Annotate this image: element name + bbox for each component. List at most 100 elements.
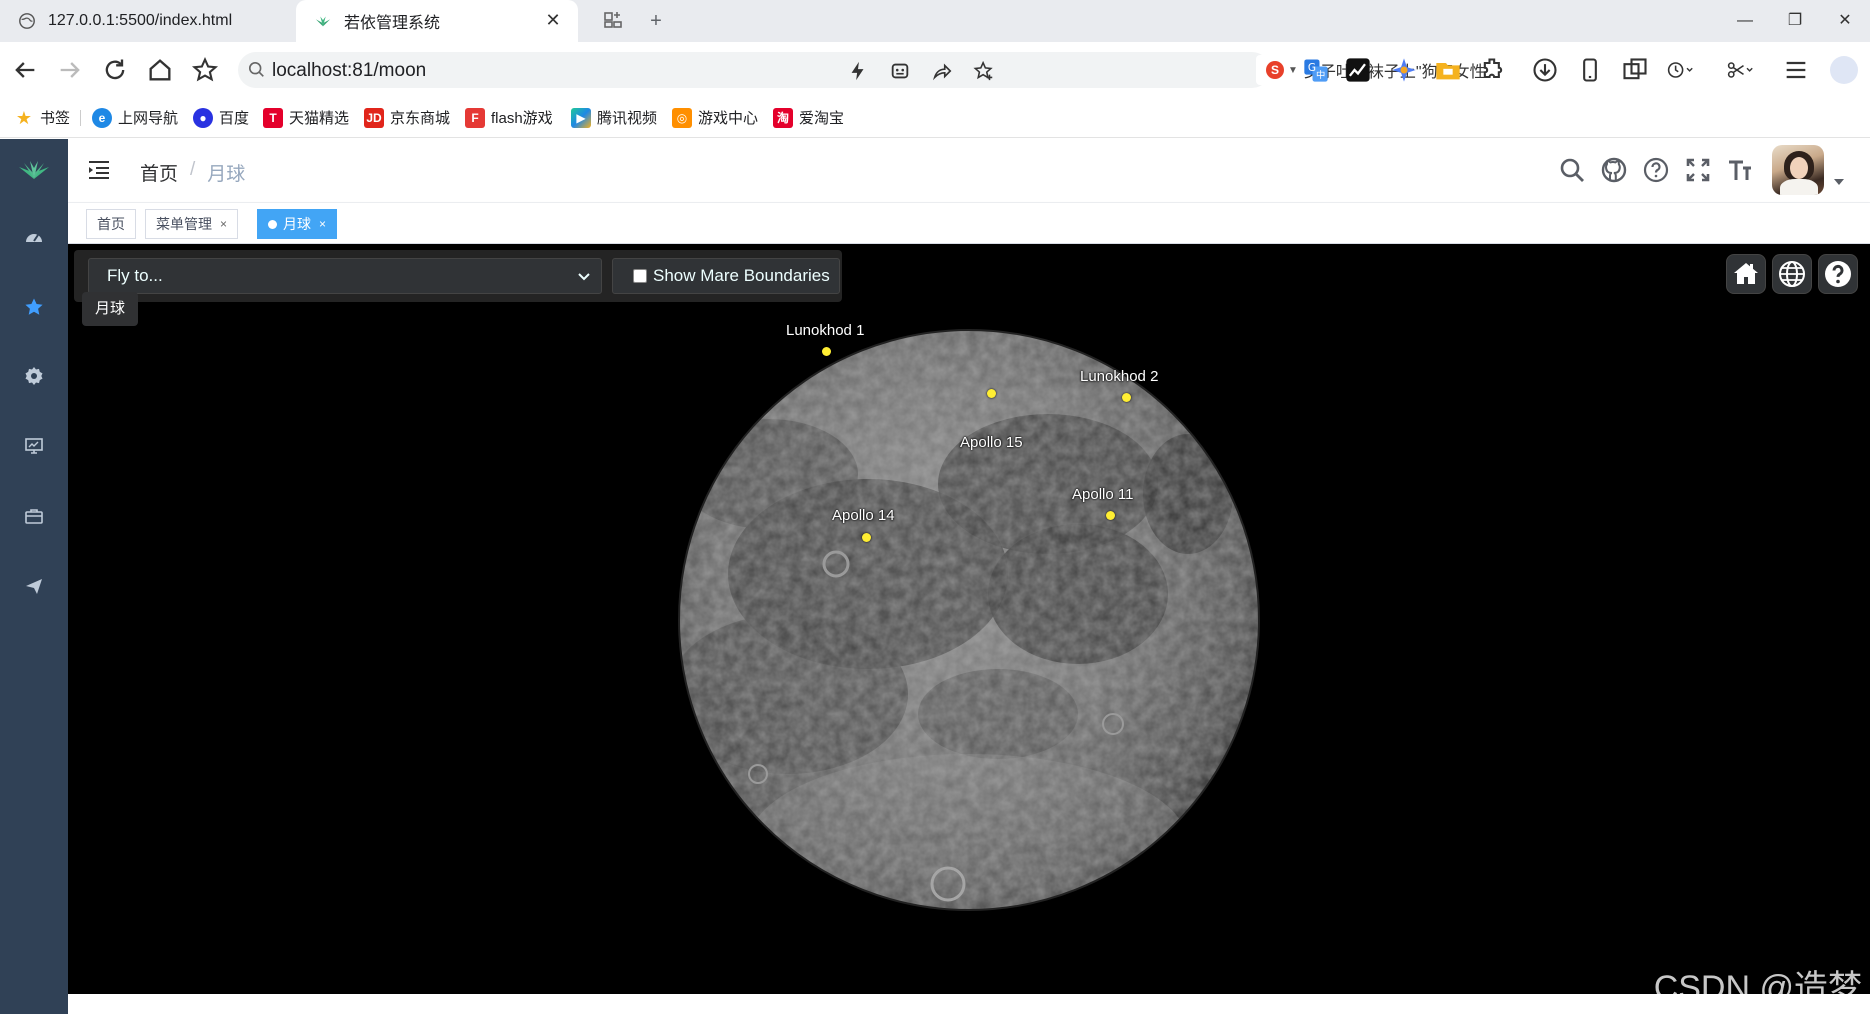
bookmark-item[interactable]: ● 百度 <box>193 107 249 128</box>
search-suggestion-box[interactable]: S ▼ 女子吐槽袜子上"狗牵女性 <box>1256 55 1506 85</box>
bookmark-folder[interactable]: ★ 书签 <box>14 107 70 128</box>
star-icon[interactable] <box>191 56 219 84</box>
sidebar-item-monitor[interactable] <box>0 418 68 474</box>
github-icon[interactable] <box>1600 156 1628 184</box>
tag-home[interactable]: 首页 <box>86 209 136 239</box>
browser-tab-index[interactable]: 127.0.0.1:5500/index.html <box>0 0 294 42</box>
tag-moon[interactable]: 月球 × <box>257 209 338 239</box>
bookmark-item[interactable]: T 天猫精选 <box>263 107 349 128</box>
translate-icon[interactable]: G中 <box>1302 56 1330 84</box>
extensions-puzzle-icon[interactable] <box>1479 56 1507 84</box>
tag-label: 首页 <box>97 216 125 232</box>
sidebar-item-system[interactable] <box>0 348 68 404</box>
marker-label-apollo-14[interactable]: Apollo 14 <box>832 507 895 524</box>
star-icon: ★ <box>15 107 33 128</box>
sogou-logo-icon: S <box>1266 61 1284 79</box>
bookmark-label: flash游戏 <box>491 110 553 127</box>
phone-icon[interactable] <box>1576 56 1604 84</box>
marker-label-apollo-15[interactable]: Apollo 15 <box>960 434 1023 451</box>
paper-plane-icon <box>26 579 42 594</box>
marker-apollo-11[interactable] <box>1106 511 1115 520</box>
page-bottom <box>68 994 1870 1014</box>
close-icon[interactable]: × <box>319 217 326 231</box>
ai-sparkle-icon[interactable] <box>1390 56 1418 84</box>
tooltip: 月球 <box>82 292 139 326</box>
ruoyi-logo-icon[interactable] <box>16 157 52 181</box>
checkbox[interactable] <box>633 269 647 283</box>
caret-down-icon[interactable] <box>1834 179 1844 185</box>
bookmark-item[interactable]: 淘 爱淘宝 <box>773 107 844 128</box>
monitor-icon <box>25 438 43 454</box>
font-size-icon[interactable] <box>1726 156 1754 184</box>
home-view-button[interactable] <box>1726 254 1766 294</box>
download-icon[interactable] <box>1531 56 1559 84</box>
marker-label-lunokhod-1[interactable]: Lunokhod 1 <box>786 322 864 339</box>
bookmark-label: 京东商城 <box>390 110 451 127</box>
bookmark-item[interactable]: F flash游戏 <box>465 107 553 128</box>
bookmark-item[interactable]: ◎ 游戏中心 <box>672 107 758 128</box>
screenshot-icon[interactable] <box>1621 56 1649 84</box>
close-icon[interactable]: × <box>220 217 227 231</box>
marker-apollo-15[interactable] <box>987 389 996 398</box>
bookmark-item[interactable]: e 上网导航 <box>92 107 178 128</box>
menu-icon[interactable] <box>1782 56 1810 84</box>
share-icon[interactable] <box>931 60 953 82</box>
marker-lunokhod-2[interactable] <box>1122 393 1131 402</box>
profile-avatar-icon[interactable] <box>1830 56 1858 84</box>
bookmark-label: 书签 <box>40 110 71 127</box>
bookmark-label: 爱淘宝 <box>799 110 845 127</box>
fullscreen-icon[interactable] <box>1684 156 1712 184</box>
stock-chart-icon[interactable] <box>1344 56 1372 84</box>
forward-arrow-icon[interactable] <box>56 56 84 84</box>
moon-globe[interactable] <box>68 244 1870 994</box>
globe-icon <box>19 13 35 29</box>
breadcrumb-separator: / <box>190 159 196 180</box>
search-icon <box>248 61 264 77</box>
cesium-viewer[interactable]: Lunokhod 1 Apollo 15 Lunokhod 2 Apollo 1… <box>68 244 1870 994</box>
new-tab-plus-icon[interactable]: + <box>643 8 669 34</box>
window-close-icon[interactable]: ✕ <box>1825 6 1865 36</box>
marker-label-apollo-11[interactable]: Apollo 11 <box>1072 486 1133 503</box>
ruoyi-logo-icon <box>315 16 331 27</box>
sidebar-item-tools[interactable] <box>0 488 68 544</box>
marker-label-lunokhod-2[interactable]: Lunokhod 2 <box>1080 368 1158 385</box>
bookmark-item[interactable]: JD 京东商城 <box>364 107 450 128</box>
navigation-help-button[interactable] <box>1818 254 1858 294</box>
avatar[interactable] <box>1772 145 1824 195</box>
folder-icon[interactable] <box>1434 56 1462 84</box>
lightning-icon[interactable] <box>847 60 869 82</box>
dashboard-gauge-icon <box>26 234 42 242</box>
help-icon <box>1825 261 1851 287</box>
close-icon[interactable]: ✕ <box>542 10 564 31</box>
home-icon[interactable] <box>146 56 174 84</box>
sidebar-item-favorites[interactable] <box>0 279 68 335</box>
back-arrow-icon[interactable] <box>11 56 39 84</box>
show-mare-boundaries-toggle[interactable]: Show Mare Boundaries <box>612 258 840 294</box>
breadcrumb-home[interactable]: 首页 <box>140 159 178 186</box>
sidebar-item-send[interactable] <box>0 558 68 614</box>
tag-menu-management[interactable]: 菜单管理 × <box>145 209 239 239</box>
marker-lunokhod-1[interactable] <box>822 347 831 356</box>
address-bar[interactable]: localhost:81/moon S ▼ 女子吐槽袜子上"狗牵女性 <box>238 52 1506 88</box>
reader-icon[interactable] <box>889 60 911 82</box>
hamburger-menu-icon[interactable] <box>86 157 112 183</box>
scene-mode-button[interactable] <box>1772 254 1812 294</box>
restore-icon[interactable]: ❐ <box>1775 6 1815 36</box>
tab-groups-icon[interactable] <box>601 8 627 34</box>
reload-icon[interactable] <box>101 56 129 84</box>
history-icon[interactable] <box>1666 56 1694 84</box>
browser-tab-ruoyi[interactable]: 若依管理系统 ✕ <box>296 0 578 42</box>
favorite-add-icon[interactable] <box>973 60 995 82</box>
watermark: CSDN @造梦 <box>1653 969 1862 994</box>
help-circle-icon[interactable] <box>1642 156 1670 184</box>
marker-apollo-14[interactable] <box>862 533 871 542</box>
globe-icon <box>1779 261 1805 287</box>
bookmark-item[interactable]: ▶ 腾讯视频 <box>571 107 657 128</box>
browser-tab-title: 若依管理系统 <box>344 15 441 32</box>
sidebar-item-dashboard[interactable] <box>0 209 68 265</box>
search-icon[interactable] <box>1558 156 1586 184</box>
scissors-icon[interactable] <box>1726 56 1754 84</box>
fly-to-select[interactable]: Fly to... <box>88 258 602 294</box>
minimize-icon[interactable]: — <box>1725 6 1765 36</box>
star-icon <box>25 298 43 315</box>
